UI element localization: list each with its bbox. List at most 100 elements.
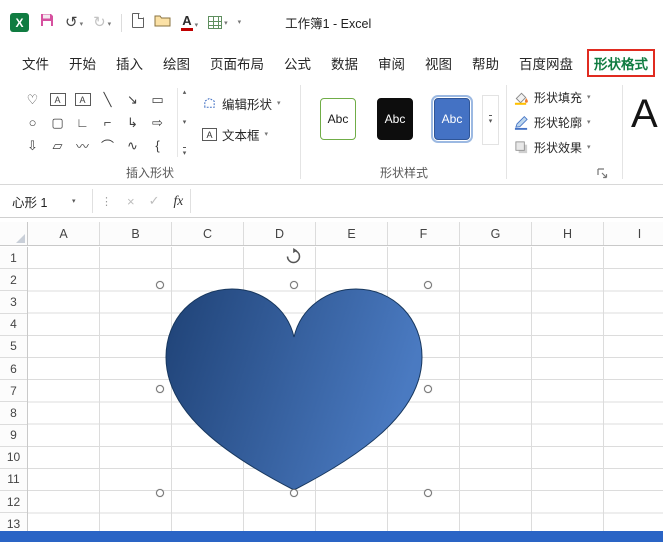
tab-帮助[interactable]: 帮助 — [462, 49, 509, 77]
text-box-icon[interactable]: A — [49, 93, 66, 106]
formula-bar: 心形 1 ▾ ⋮ × ✓ fx — [0, 185, 663, 218]
borders-button[interactable]: ▾ — [208, 16, 228, 29]
shape-style-preset-3-selected[interactable]: Abc — [431, 95, 473, 143]
arc-icon[interactable]: ⌒ — [95, 134, 120, 157]
gallery-scroll-down-icon[interactable]: ▾ — [183, 118, 187, 126]
vertical-text-box-icon[interactable]: A — [74, 93, 91, 106]
line-arrow-icon[interactable]: ↘ — [120, 88, 145, 111]
tab-页面布局[interactable]: 页面布局 — [200, 49, 274, 77]
tab-视图[interactable]: 视图 — [415, 49, 462, 77]
excel-logo-icon[interactable]: X — [10, 13, 29, 32]
open-file-button[interactable] — [154, 13, 171, 32]
shape-outline-button[interactable]: 形状轮廓 ▾ — [514, 114, 591, 131]
row-header-9[interactable]: 9 — [0, 425, 27, 447]
bent-arrow-connector-icon[interactable]: ↳ — [120, 111, 145, 134]
rounded-rectangle-icon[interactable]: ▢ — [45, 111, 70, 134]
resize-handle-bottom-right[interactable] — [424, 489, 432, 497]
quick-access-more-button[interactable]: ▾ — [238, 17, 242, 28]
column-header-E[interactable]: E — [316, 222, 388, 245]
row-header-4[interactable]: 4 — [0, 314, 27, 336]
row-header-5[interactable]: 5 — [0, 336, 27, 358]
elbow-connector-2-icon[interactable]: ⌐ — [95, 111, 120, 134]
cancel-icon[interactable]: × — [127, 194, 135, 209]
gallery-scroll-up-icon[interactable]: ▴ — [183, 88, 187, 96]
tab-形状格式[interactable]: 形状格式 — [587, 48, 655, 77]
redo-button[interactable]: ↻ ▾ — [93, 15, 111, 30]
tab-数据[interactable]: 数据 — [321, 49, 368, 77]
heart-shape-graphic[interactable] — [160, 285, 428, 493]
rotation-handle[interactable] — [285, 248, 302, 270]
column-header-G[interactable]: G — [460, 222, 532, 245]
tab-开始[interactable]: 开始 — [59, 49, 106, 77]
resize-handle-top-middle[interactable] — [290, 281, 298, 289]
line-icon[interactable]: ╲ — [95, 88, 120, 111]
save-icon[interactable] — [39, 12, 55, 33]
row-header-11[interactable]: 11 — [0, 469, 27, 492]
shape-styles-more-button[interactable]: ▾ — [482, 95, 499, 145]
shape-style-preset-1[interactable]: Abc — [320, 98, 356, 140]
tab-百度网盘[interactable]: 百度网盘 — [509, 49, 583, 77]
row-header-12[interactable]: 12 — [0, 491, 27, 514]
formula-input[interactable] — [191, 185, 663, 217]
chevron-down-icon: ▾ — [277, 99, 281, 107]
row-header-10[interactable]: 10 — [0, 447, 27, 469]
column-header-C[interactable]: C — [172, 222, 244, 245]
resize-handle-top-right[interactable] — [424, 281, 432, 289]
resize-handle-top-left[interactable] — [156, 281, 164, 289]
shape-fill-label: 形状填充 — [534, 91, 583, 105]
font-color-button[interactable]: A ▾ — [181, 13, 198, 32]
row-header-8[interactable]: 8 — [0, 402, 27, 425]
column-header-F[interactable]: F — [388, 222, 460, 245]
heart-shape-icon[interactable]: ♡ — [20, 88, 45, 111]
undo-button[interactable]: ↺ ▾ — [65, 15, 83, 30]
chevron-down-icon: ▾ — [107, 20, 112, 28]
column-header-D[interactable]: D — [244, 222, 316, 245]
dialog-launcher-button[interactable] — [597, 166, 608, 179]
column-header-H[interactable]: H — [532, 222, 604, 245]
open-folder-icon — [154, 15, 171, 27]
elbow-connector-icon[interactable]: ∟ — [70, 111, 95, 134]
oval-icon[interactable]: ○ — [20, 111, 45, 134]
scribble-icon[interactable]: 〰 — [70, 134, 95, 157]
edit-shape-button[interactable]: 编辑形状 ▾ — [202, 94, 281, 113]
right-arrow-icon[interactable]: ⇨ — [145, 111, 170, 134]
resize-handle-middle-right[interactable] — [424, 385, 432, 393]
down-arrow-icon[interactable]: ⇩ — [20, 134, 45, 157]
enter-icon[interactable]: ✓ — [149, 193, 160, 209]
shape-effects-button[interactable]: 形状效果 ▾ — [514, 139, 591, 156]
tab-审阅[interactable]: 审阅 — [368, 49, 415, 77]
row-header-13[interactable]: 13 — [0, 513, 27, 531]
wordart-styles-button[interactable]: A — [631, 84, 658, 144]
tab-文件[interactable]: 文件 — [12, 49, 59, 77]
text-box-button[interactable]: A 文本框 ▾ — [202, 125, 281, 144]
row-header-1[interactable]: 1 — [0, 247, 27, 270]
resize-handle-bottom-left[interactable] — [156, 489, 164, 497]
gallery-more-icon[interactable]: ▾ — [182, 147, 187, 157]
column-header-A[interactable]: A — [28, 222, 100, 245]
selected-heart-shape[interactable] — [156, 248, 432, 497]
rectangle-icon[interactable]: ▭ — [145, 88, 170, 111]
row-header-3[interactable]: 3 — [0, 291, 27, 314]
insert-function-icon[interactable]: fx — [174, 193, 184, 209]
resize-handle-middle-left[interactable] — [156, 385, 164, 393]
formula-bar-drag-handle[interactable]: ⋮ — [101, 195, 112, 208]
resize-handle-bottom-middle[interactable] — [290, 489, 298, 497]
tab-插入[interactable]: 插入 — [106, 49, 153, 77]
new-document-button[interactable] — [132, 12, 145, 33]
column-header-B[interactable]: B — [100, 222, 172, 245]
ribbon-tabs: 文件 开始 插入 绘图 页面布局 公式 数据 审阅 视图 帮助 百度网盘 形状格式 — [0, 45, 663, 80]
name-box[interactable]: 心形 1 — [0, 192, 72, 211]
row-header-2[interactable]: 2 — [0, 269, 27, 292]
column-header-I[interactable]: I — [604, 222, 663, 245]
parallelogram-icon[interactable]: ▱ — [45, 134, 70, 157]
name-box-dropdown-icon[interactable]: ▾ — [72, 197, 92, 205]
shape-fill-button[interactable]: 形状填充 ▾ — [514, 89, 591, 106]
tab-公式[interactable]: 公式 — [274, 49, 321, 77]
row-header-7[interactable]: 7 — [0, 380, 27, 403]
shape-style-preset-2[interactable]: Abc — [377, 98, 413, 140]
curve-icon[interactable]: ∿ — [120, 134, 145, 157]
tab-绘图[interactable]: 绘图 — [153, 49, 200, 77]
left-brace-icon[interactable]: { — [145, 134, 170, 157]
select-all-corner[interactable] — [0, 222, 28, 246]
row-header-6[interactable]: 6 — [0, 358, 27, 381]
